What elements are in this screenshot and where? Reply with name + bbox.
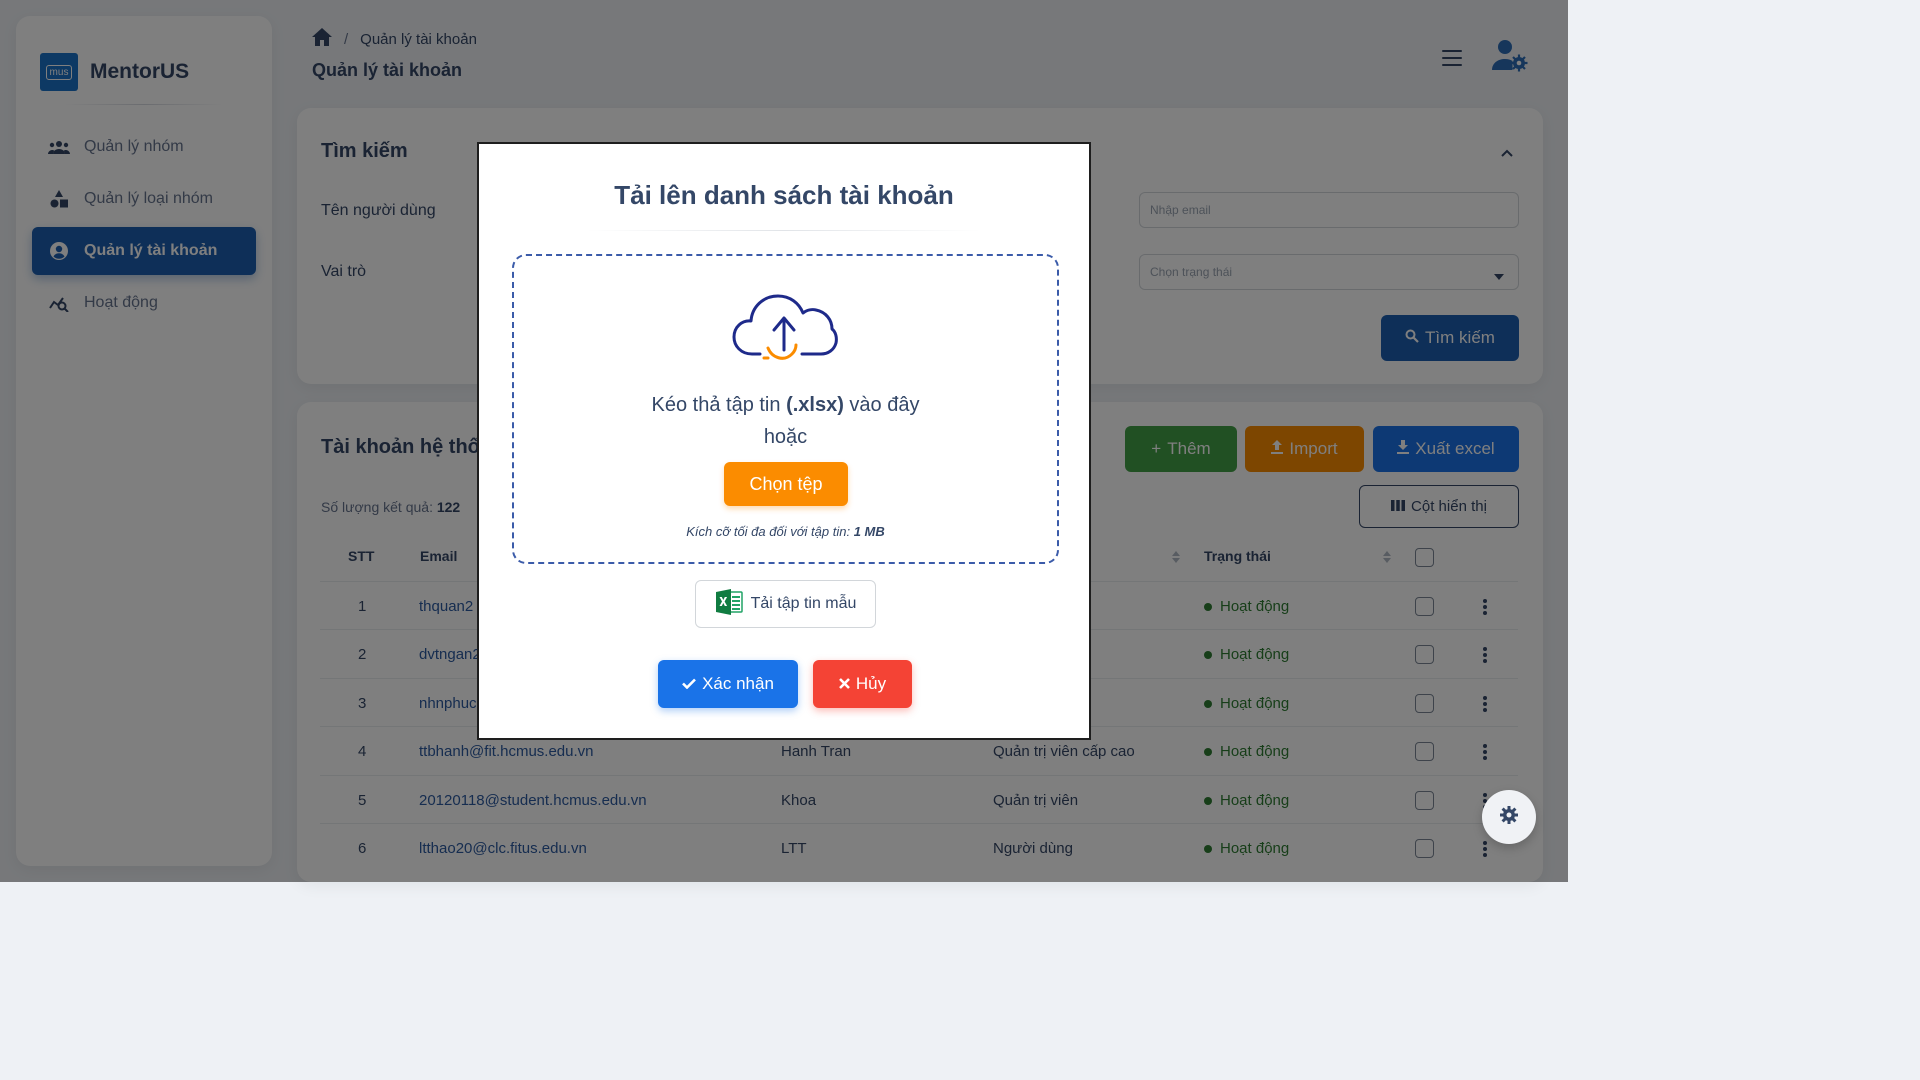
size-note: Kích cỡ tối đa đối với tập tin: 1 MB bbox=[686, 524, 885, 539]
close-icon bbox=[838, 674, 850, 694]
upload-modal: Tải lên danh sách tài khoản Kéo thả tập … bbox=[477, 142, 1091, 740]
choose-file-button[interactable]: Chọn tệp bbox=[724, 462, 848, 506]
cancel-button-label: Hủy bbox=[855, 674, 887, 693]
download-template-button[interactable]: Tải tập tin mẫu bbox=[695, 580, 876, 628]
modal-divider bbox=[587, 230, 981, 231]
excel-icon bbox=[715, 588, 743, 621]
drop-instruction: Kéo thả tập tin (.xlsx) vào đây bbox=[651, 394, 920, 416]
modal-title: Tải lên danh sách tài khoản bbox=[614, 180, 954, 210]
check-icon bbox=[682, 674, 696, 694]
file-extension: (.xlsx) bbox=[786, 394, 844, 416]
cancel-button[interactable]: Hủy bbox=[813, 660, 912, 708]
size-note-value: 1 MB bbox=[853, 524, 885, 539]
template-button-label: Tải tập tin mẫu bbox=[750, 595, 857, 612]
or-text: hoặc bbox=[763, 426, 808, 448]
confirm-button-label: Xác nhận bbox=[702, 674, 774, 693]
cloud-upload-icon bbox=[732, 288, 838, 369]
settings-fab[interactable] bbox=[1482, 790, 1536, 844]
gear-icon bbox=[1499, 805, 1519, 830]
file-dropzone[interactable]: Kéo thả tập tin (.xlsx) vào đây hoặc Chọ… bbox=[512, 254, 1059, 564]
confirm-button[interactable]: Xác nhận bbox=[658, 660, 798, 708]
